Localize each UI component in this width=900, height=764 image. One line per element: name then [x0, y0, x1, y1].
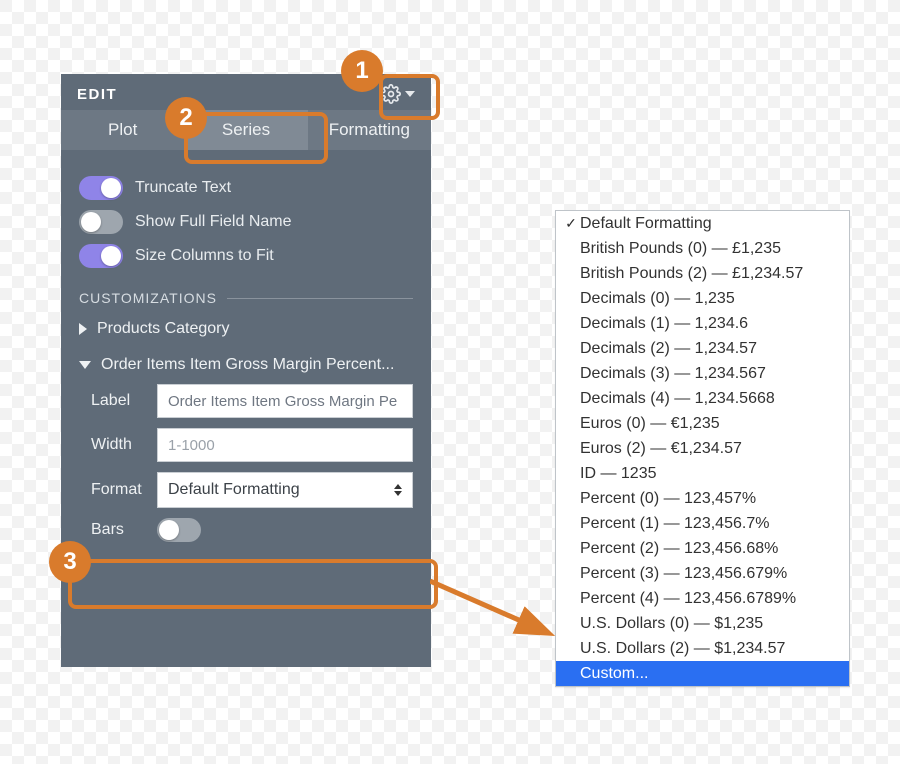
- label-input[interactable]: Order Items Item Gross Margin Pe: [157, 384, 413, 418]
- annotation-badge-2: 2: [165, 97, 207, 139]
- bars-field-row: Bars: [91, 518, 413, 542]
- customizations-text: CUSTOMIZATIONS: [79, 290, 217, 306]
- format-menu-item[interactable]: Decimals (0) — 1,235: [556, 286, 849, 311]
- format-menu-item[interactable]: Decimals (3) — 1,234.567: [556, 361, 849, 386]
- chevron-right-icon: [79, 323, 87, 335]
- format-menu-item-label: Percent (2) — 123,456.68%: [580, 538, 843, 559]
- format-menu-item[interactable]: Euros (2) — €1,234.57: [556, 436, 849, 461]
- format-menu-item[interactable]: British Pounds (0) — £1,235: [556, 236, 849, 261]
- edit-panel: EDIT Plot Series Formatting Truncate Tex…: [61, 74, 431, 667]
- width-input[interactable]: 1-1000: [157, 428, 413, 462]
- show-full-toggle[interactable]: [79, 210, 123, 234]
- gear-icon: [381, 84, 401, 104]
- truncate-label: Truncate Text: [135, 179, 231, 197]
- format-menu-item[interactable]: U.S. Dollars (2) — $1,234.57: [556, 636, 849, 661]
- label-field-row: Label Order Items Item Gross Margin Pe: [91, 384, 413, 418]
- format-menu-item-label: Euros (0) — €1,235: [580, 413, 843, 434]
- format-menu-item-label: ID — 1235: [580, 463, 843, 484]
- format-menu-item-label: Percent (0) — 123,457%: [580, 488, 843, 509]
- format-menu-item-label: Custom...: [580, 663, 843, 684]
- format-dropdown-menu[interactable]: ✓Default FormattingBritish Pounds (0) — …: [555, 210, 850, 687]
- format-menu-item-label: Decimals (1) — 1,234.6: [580, 313, 843, 334]
- format-menu-item-label: British Pounds (0) — £1,235: [580, 238, 843, 259]
- format-menu-item[interactable]: U.S. Dollars (0) — $1,235: [556, 611, 849, 636]
- format-menu-item[interactable]: Custom...: [556, 661, 849, 686]
- width-field-row: Width 1-1000: [91, 428, 413, 462]
- format-field-label: Format: [91, 481, 149, 499]
- format-menu-item-label: Decimals (4) — 1,234.5668: [580, 388, 843, 409]
- format-menu-item[interactable]: Percent (2) — 123,456.68%: [556, 536, 849, 561]
- format-menu-item[interactable]: Decimals (1) — 1,234.6: [556, 311, 849, 336]
- panel-body: Truncate Text Show Full Field Name Size …: [61, 150, 431, 568]
- annotation-arrow: [430, 576, 570, 656]
- show-full-label: Show Full Field Name: [135, 213, 292, 231]
- format-select[interactable]: Default Formatting: [157, 472, 413, 508]
- truncate-toggle[interactable]: [79, 176, 123, 200]
- format-menu-item[interactable]: Percent (1) — 123,456.7%: [556, 511, 849, 536]
- format-menu-item-label: U.S. Dollars (2) — $1,234.57: [580, 638, 843, 659]
- format-menu-item[interactable]: Decimals (4) — 1,234.5668: [556, 386, 849, 411]
- format-menu-item-label: Decimals (3) — 1,234.567: [580, 363, 843, 384]
- format-menu-item-label: Decimals (2) — 1,234.57: [580, 338, 843, 359]
- check-icon: ✓: [562, 213, 580, 234]
- format-menu-item[interactable]: ✓Default Formatting: [556, 211, 849, 236]
- products-category-label: Products Category: [97, 320, 413, 338]
- tabs: Plot Series Formatting: [61, 110, 431, 150]
- format-menu-item[interactable]: Euros (0) — €1,235: [556, 411, 849, 436]
- annotation-badge-3: 3: [49, 541, 91, 583]
- order-items-label: Order Items Item Gross Margin Percent...: [101, 356, 413, 374]
- format-menu-item[interactable]: British Pounds (2) — £1,234.57: [556, 261, 849, 286]
- width-field-label: Width: [91, 436, 149, 454]
- chevron-down-icon: [79, 361, 91, 369]
- divider: [227, 298, 413, 299]
- format-menu-item[interactable]: Percent (0) — 123,457%: [556, 486, 849, 511]
- format-field-row: Format Default Formatting: [91, 472, 413, 508]
- tab-formatting[interactable]: Formatting: [308, 110, 431, 150]
- select-caret-icon: [394, 484, 402, 496]
- format-menu-item-label: Euros (2) — €1,234.57: [580, 438, 843, 459]
- format-menu-item-label: Percent (1) — 123,456.7%: [580, 513, 843, 534]
- format-menu-item-label: Percent (4) — 123,456.6789%: [580, 588, 843, 609]
- format-menu-item-label: U.S. Dollars (0) — $1,235: [580, 613, 843, 634]
- format-menu-item-label: Default Formatting: [580, 213, 843, 234]
- products-category-expander[interactable]: Products Category: [79, 320, 413, 338]
- toggle-row-truncate: Truncate Text: [79, 176, 413, 200]
- format-menu-item-label: Decimals (0) — 1,235: [580, 288, 843, 309]
- toggle-row-showfull: Show Full Field Name: [79, 210, 413, 234]
- format-menu-item[interactable]: Decimals (2) — 1,234.57: [556, 336, 849, 361]
- size-cols-label: Size Columns to Fit: [135, 247, 274, 265]
- format-menu-item[interactable]: Percent (4) — 123,456.6789%: [556, 586, 849, 611]
- bars-toggle[interactable]: [157, 518, 201, 542]
- settings-button[interactable]: [381, 84, 415, 104]
- toggle-row-sizecols: Size Columns to Fit: [79, 244, 413, 268]
- customizations-heading: CUSTOMIZATIONS: [79, 290, 413, 306]
- label-field-label: Label: [91, 392, 149, 410]
- panel-title: EDIT: [77, 86, 117, 103]
- format-menu-item[interactable]: ID — 1235: [556, 461, 849, 486]
- order-items-expander[interactable]: Order Items Item Gross Margin Percent...: [79, 356, 413, 374]
- format-menu-item-label: Percent (3) — 123,456.679%: [580, 563, 843, 584]
- format-select-value: Default Formatting: [168, 481, 300, 499]
- annotation-badge-1: 1: [341, 50, 383, 92]
- bars-field-label: Bars: [91, 521, 149, 539]
- format-menu-item[interactable]: Percent (3) — 123,456.679%: [556, 561, 849, 586]
- format-menu-item-label: British Pounds (2) — £1,234.57: [580, 263, 843, 284]
- chevron-down-icon: [405, 91, 415, 97]
- size-cols-toggle[interactable]: [79, 244, 123, 268]
